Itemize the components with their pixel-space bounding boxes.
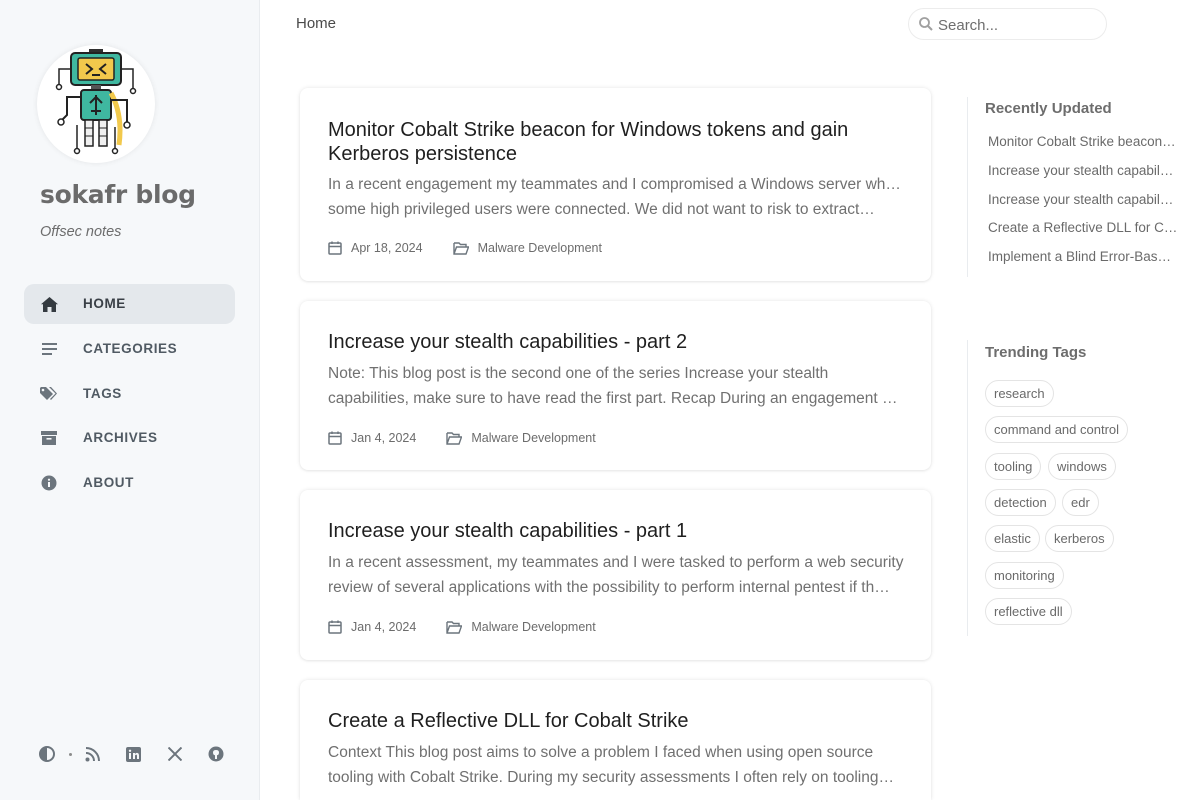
theme-toggle-icon[interactable] [30, 738, 63, 771]
excerpt-line: In a recent engagement my teammates and … [328, 176, 906, 193]
calendar-icon [328, 241, 342, 255]
post-date: Jan 4, 2024 [351, 620, 417, 634]
list-icon [40, 340, 58, 358]
breadcrumb: Home [296, 15, 337, 32]
info-icon [40, 474, 58, 492]
post-excerpt: Note: This blog post is the second one o… [328, 361, 906, 411]
calendar-icon [328, 431, 342, 445]
x-twitter-icon[interactable] [158, 738, 191, 771]
post-meta: Apr 18, 2024 Malware Development [328, 239, 602, 257]
excerpt-line: Context This blog post aims to solve a p… [328, 744, 874, 761]
trending-tags-heading: Trending Tags [985, 344, 1087, 361]
nav-item-tags[interactable]: TAGS [24, 374, 235, 414]
recently-updated-panel: Recently Updated Monitor Cobalt Strike b… [967, 97, 1200, 277]
tag-pill[interactable]: detection [985, 489, 1056, 516]
post-card[interactable]: Monitor Cobalt Strike beacon for Windows… [300, 88, 931, 281]
post-excerpt: In a recent engagement my teammates and … [328, 172, 906, 222]
excerpt-line: review of several applications with the … [328, 579, 890, 596]
recent-item[interactable]: Increase your stealth capabil… [988, 163, 1178, 178]
excerpt-line: tooling with Cobalt Strike. During my se… [328, 769, 894, 786]
excerpt-line: some high privileged users were connecte… [328, 201, 875, 218]
recently-updated-heading: Recently Updated [985, 100, 1112, 117]
excerpt-line: In a recent assessment, my teammates and… [328, 554, 904, 571]
tag-pill[interactable]: monitoring [985, 562, 1064, 589]
tag-pill[interactable]: edr [1062, 489, 1099, 516]
tag-pill[interactable]: windows [1048, 453, 1116, 480]
post-card[interactable]: Increase your stealth capabilities - par… [300, 490, 931, 660]
post-meta: Jan 4, 2024 Malware Development [328, 618, 596, 636]
post-card[interactable]: Create a Reflective DLL for Cobalt Strik… [300, 680, 931, 800]
post-title[interactable]: Increase your stealth capabilities - par… [328, 519, 888, 543]
post-meta: Jan 4, 2024 Malware Development [328, 429, 596, 447]
post-category[interactable]: Malware Development [478, 241, 602, 255]
post-title[interactable]: Create a Reflective DLL for Cobalt Strik… [328, 709, 888, 733]
recent-item[interactable]: Create a Reflective DLL for C… [988, 220, 1178, 235]
tag-pill[interactable]: kerberos [1045, 525, 1114, 552]
tag-pill[interactable]: reflective dll [985, 598, 1072, 625]
post-category[interactable]: Malware Development [471, 620, 595, 634]
post-excerpt: In a recent assessment, my teammates and… [328, 550, 906, 600]
nav-label-tags: TAGS [83, 386, 122, 401]
post-card[interactable]: Increase your stealth capabilities - par… [300, 301, 931, 470]
avatar[interactable] [37, 45, 155, 163]
post-title[interactable]: Monitor Cobalt Strike beacon for Windows… [328, 118, 888, 166]
archive-icon [40, 429, 58, 447]
robot-logo-icon [55, 49, 137, 155]
tags-icon [40, 385, 58, 403]
nav-item-home[interactable]: HOME [24, 284, 235, 324]
excerpt-line: Note: This blog post is the second one o… [328, 365, 829, 382]
post-category[interactable]: Malware Development [471, 431, 595, 445]
nav-label-archives: ARCHIVES [83, 430, 158, 445]
post-title[interactable]: Increase your stealth capabilities - par… [328, 330, 888, 354]
excerpt-line: capabilities, make sure to have read the… [328, 390, 906, 407]
tag-pill[interactable]: command and control [985, 416, 1129, 443]
search-box[interactable] [908, 8, 1107, 40]
home-icon [40, 295, 58, 313]
nav-label-categories: CATEGORIES [83, 341, 178, 356]
sidebar: sokafr blog Offsec notes HOME CATEGORIES… [0, 0, 260, 800]
tag-pill[interactable]: research [985, 380, 1054, 407]
tag-pill[interactable]: tooling [985, 453, 1042, 480]
nav-item-categories[interactable]: CATEGORIES [24, 329, 235, 369]
trending-tags-panel: Trending Tags research command and contr… [967, 340, 1200, 636]
post-date: Jan 4, 2024 [351, 431, 417, 445]
nav-label-home: HOME [83, 296, 126, 311]
folder-open-icon [452, 241, 469, 255]
post-excerpt: Context This blog post aims to solve a p… [328, 740, 906, 790]
separator-dot [69, 752, 72, 756]
recent-item[interactable]: Implement a Blind Error-Bas… [988, 249, 1178, 264]
post-date: Apr 18, 2024 [351, 241, 423, 255]
tag-pill[interactable]: elastic [985, 525, 1040, 552]
search-input[interactable] [938, 15, 1098, 35]
linkedin-icon[interactable] [117, 738, 150, 771]
nav-item-archives[interactable]: ARCHIVES [24, 418, 235, 458]
recent-item[interactable]: Increase your stealth capabil… [988, 192, 1178, 207]
github-icon[interactable] [199, 738, 232, 771]
recent-item[interactable]: Monitor Cobalt Strike beacon… [988, 134, 1178, 149]
calendar-icon [328, 620, 342, 634]
rss-icon[interactable] [76, 738, 109, 771]
site-title[interactable]: sokafr blog [40, 180, 196, 209]
search-icon [919, 17, 933, 36]
folder-open-icon [446, 431, 463, 445]
nav-label-about: ABOUT [83, 475, 134, 490]
nav-item-about[interactable]: ABOUT [24, 463, 235, 503]
sidebar-bottom-links [30, 737, 240, 771]
site-subtitle: Offsec notes [40, 224, 122, 240]
folder-open-icon [446, 620, 463, 634]
